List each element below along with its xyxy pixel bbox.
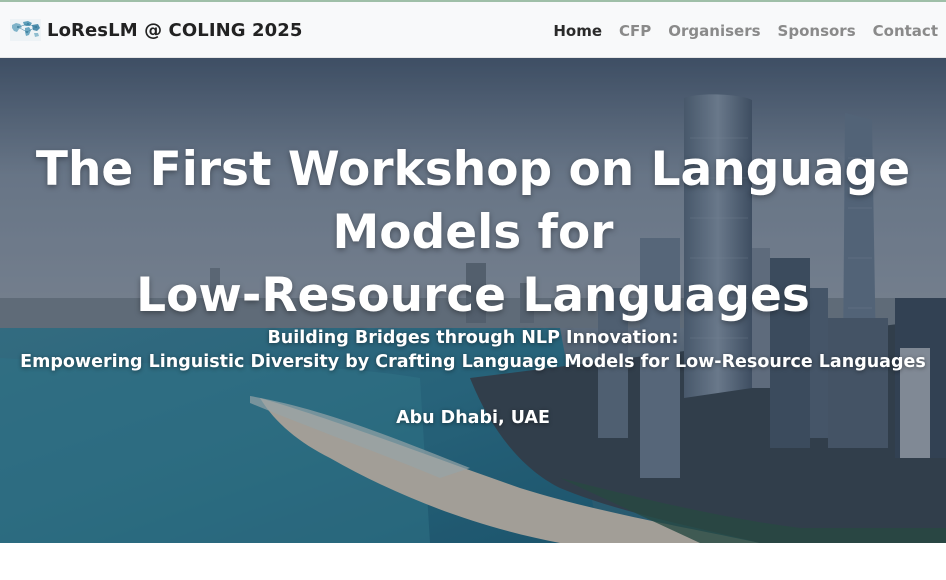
hero-title-line: The First Workshop on Language bbox=[35, 142, 911, 197]
nav-item: Home bbox=[553, 21, 602, 40]
hero-banner: The First Workshop on Language Models fo… bbox=[0, 58, 946, 543]
page-body-start bbox=[0, 543, 946, 580]
brand-title: LoResLM @ COLING 2025 bbox=[47, 19, 303, 41]
hero-subtitle-line: Building Bridges through NLP Innovation: bbox=[267, 328, 679, 348]
nav-item: Organisers bbox=[668, 21, 760, 40]
navbar: LoResLM @ COLING 2025 Home CFP Organiser… bbox=[0, 2, 946, 58]
nav-link-contact[interactable]: Contact bbox=[873, 22, 938, 40]
hero-title: The First Workshop on Language Models fo… bbox=[0, 138, 946, 327]
world-map-logo-icon bbox=[10, 19, 41, 41]
nav-link-organisers[interactable]: Organisers bbox=[668, 22, 760, 40]
nav-link-sponsors[interactable]: Sponsors bbox=[778, 22, 856, 40]
nav-item: CFP bbox=[619, 21, 651, 40]
nav-menu: Home CFP Organisers Sponsors Contact bbox=[553, 2, 938, 58]
brand-link[interactable]: LoResLM @ COLING 2025 bbox=[10, 2, 303, 58]
hero-location: Abu Dhabi, UAE bbox=[396, 408, 550, 428]
nav-link-home[interactable]: Home bbox=[553, 22, 602, 40]
nav-link-cfp[interactable]: CFP bbox=[619, 22, 651, 40]
hero-title-line: Low-Resource Languages bbox=[136, 268, 810, 323]
nav-item: Sponsors bbox=[778, 21, 856, 40]
hero-title-line: Models for bbox=[332, 205, 614, 260]
hero-subtitle: Building Bridges through NLP Innovation:… bbox=[0, 326, 946, 374]
hero-subtitle-line: Empowering Linguistic Diversity by Craft… bbox=[20, 352, 926, 372]
nav-item: Contact bbox=[873, 21, 938, 40]
